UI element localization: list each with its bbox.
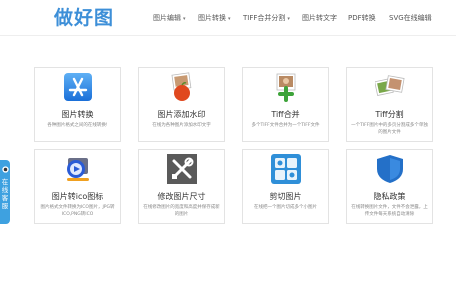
photo-apple-icon (167, 72, 197, 102)
online-service-tab[interactable]: 在线客服 (0, 160, 10, 224)
nav-image-to-text[interactable]: 图片转文字 (302, 13, 337, 23)
card-title: 剪切图片 (269, 192, 302, 201)
card-desc: 在线把一个图片切成多个小图片 (254, 205, 317, 210)
caret-down-icon: ▾ (287, 16, 290, 22)
card-tiff-merge[interactable]: Tiff合并 多个TIFF文件合并为一个TIFF文件 (242, 67, 329, 142)
card-desc: 一个TIFF图片中的多页分割成多个单独的图片文件 (351, 123, 428, 135)
nav-image-edit[interactable]: 图片编辑 ▾ (153, 13, 186, 23)
card-tiff-split[interactable]: Tiff分割 一个TIFF图片中的多页分割成多个单独的图片文件 (346, 67, 433, 142)
card-desc: 图片格式文件转换为ICO图片，JPG转ICO,PNG转ICO (40, 205, 115, 217)
card-title: 图片转换 (61, 110, 94, 119)
card-title: 修改图片尺寸 (157, 192, 206, 201)
app-store-icon (63, 72, 93, 102)
card-privacy-policy[interactable]: 隐私政策 在线转换图片文件，文件不会泄露，上传文件每天系统自动清除 (346, 149, 433, 224)
photo-split-icon (373, 72, 405, 102)
nav-image-convert[interactable]: 图片转换 ▾ (198, 13, 231, 23)
card-desc: 在线修改图片的宽度和高度并保存成新的图片 (143, 205, 220, 217)
card-desc: 多个TIFF文件合并为一个TIFF文件 (251, 123, 320, 128)
nav-tiff-merge-split[interactable]: TIFF合并分割 ▾ (243, 13, 290, 23)
card-title: Tiff合并 (271, 110, 300, 119)
card-desc: 在线为各种图片添加水印文字 (152, 123, 211, 128)
card-title: 图片添加水印 (157, 110, 206, 119)
nav-pdf-convert[interactable]: PDF转换 (348, 13, 376, 23)
site-logo[interactable]: 做好图 (54, 3, 114, 30)
nav-svg-editor[interactable]: SVG在线编辑 (389, 13, 432, 23)
card-resize-image[interactable]: 修改图片尺寸 在线修改图片的宽度和高度并保存成新的图片 (138, 149, 225, 224)
caret-down-icon: ▾ (183, 16, 186, 22)
online-service-label: 在线客服 (1, 178, 9, 210)
card-image-to-ico[interactable]: 图片转ico图标 图片格式文件转换为ICO图片，JPG转ICO,PNG转ICO (34, 149, 121, 224)
card-desc: 各种图片格式之间的在线转换! (47, 123, 108, 128)
card-title: 图片转ico图标 (51, 192, 104, 201)
caret-down-icon: ▾ (228, 16, 231, 22)
tools-icon (166, 154, 197, 184)
card-cut-image[interactable]: 剪切图片 在线把一个图片切成多个小图片 (242, 149, 329, 224)
grid-tiles-icon (270, 154, 301, 184)
card-desc: 在线转换图片文件，文件不会泄露，上传文件每天系统自动清除 (351, 205, 428, 217)
card-watermark[interactable]: 图片添加水印 在线为各种图片添加水印文字 (138, 67, 225, 142)
card-title: 隐私政策 (373, 192, 406, 201)
card-title: Tiff分割 (375, 110, 404, 119)
chat-icon (2, 166, 9, 173)
shield-icon (375, 154, 405, 184)
site-header: 做好图 图片编辑 ▾ 图片转换 ▾ TIFF合并分割 ▾ 图片转文字 PDF转换 SV… (0, 0, 456, 36)
card-image-convert[interactable]: 图片转换 各种图片格式之间的在线转换! (34, 67, 121, 142)
media-player-icon (63, 154, 93, 184)
photo-add-icon (271, 72, 301, 102)
